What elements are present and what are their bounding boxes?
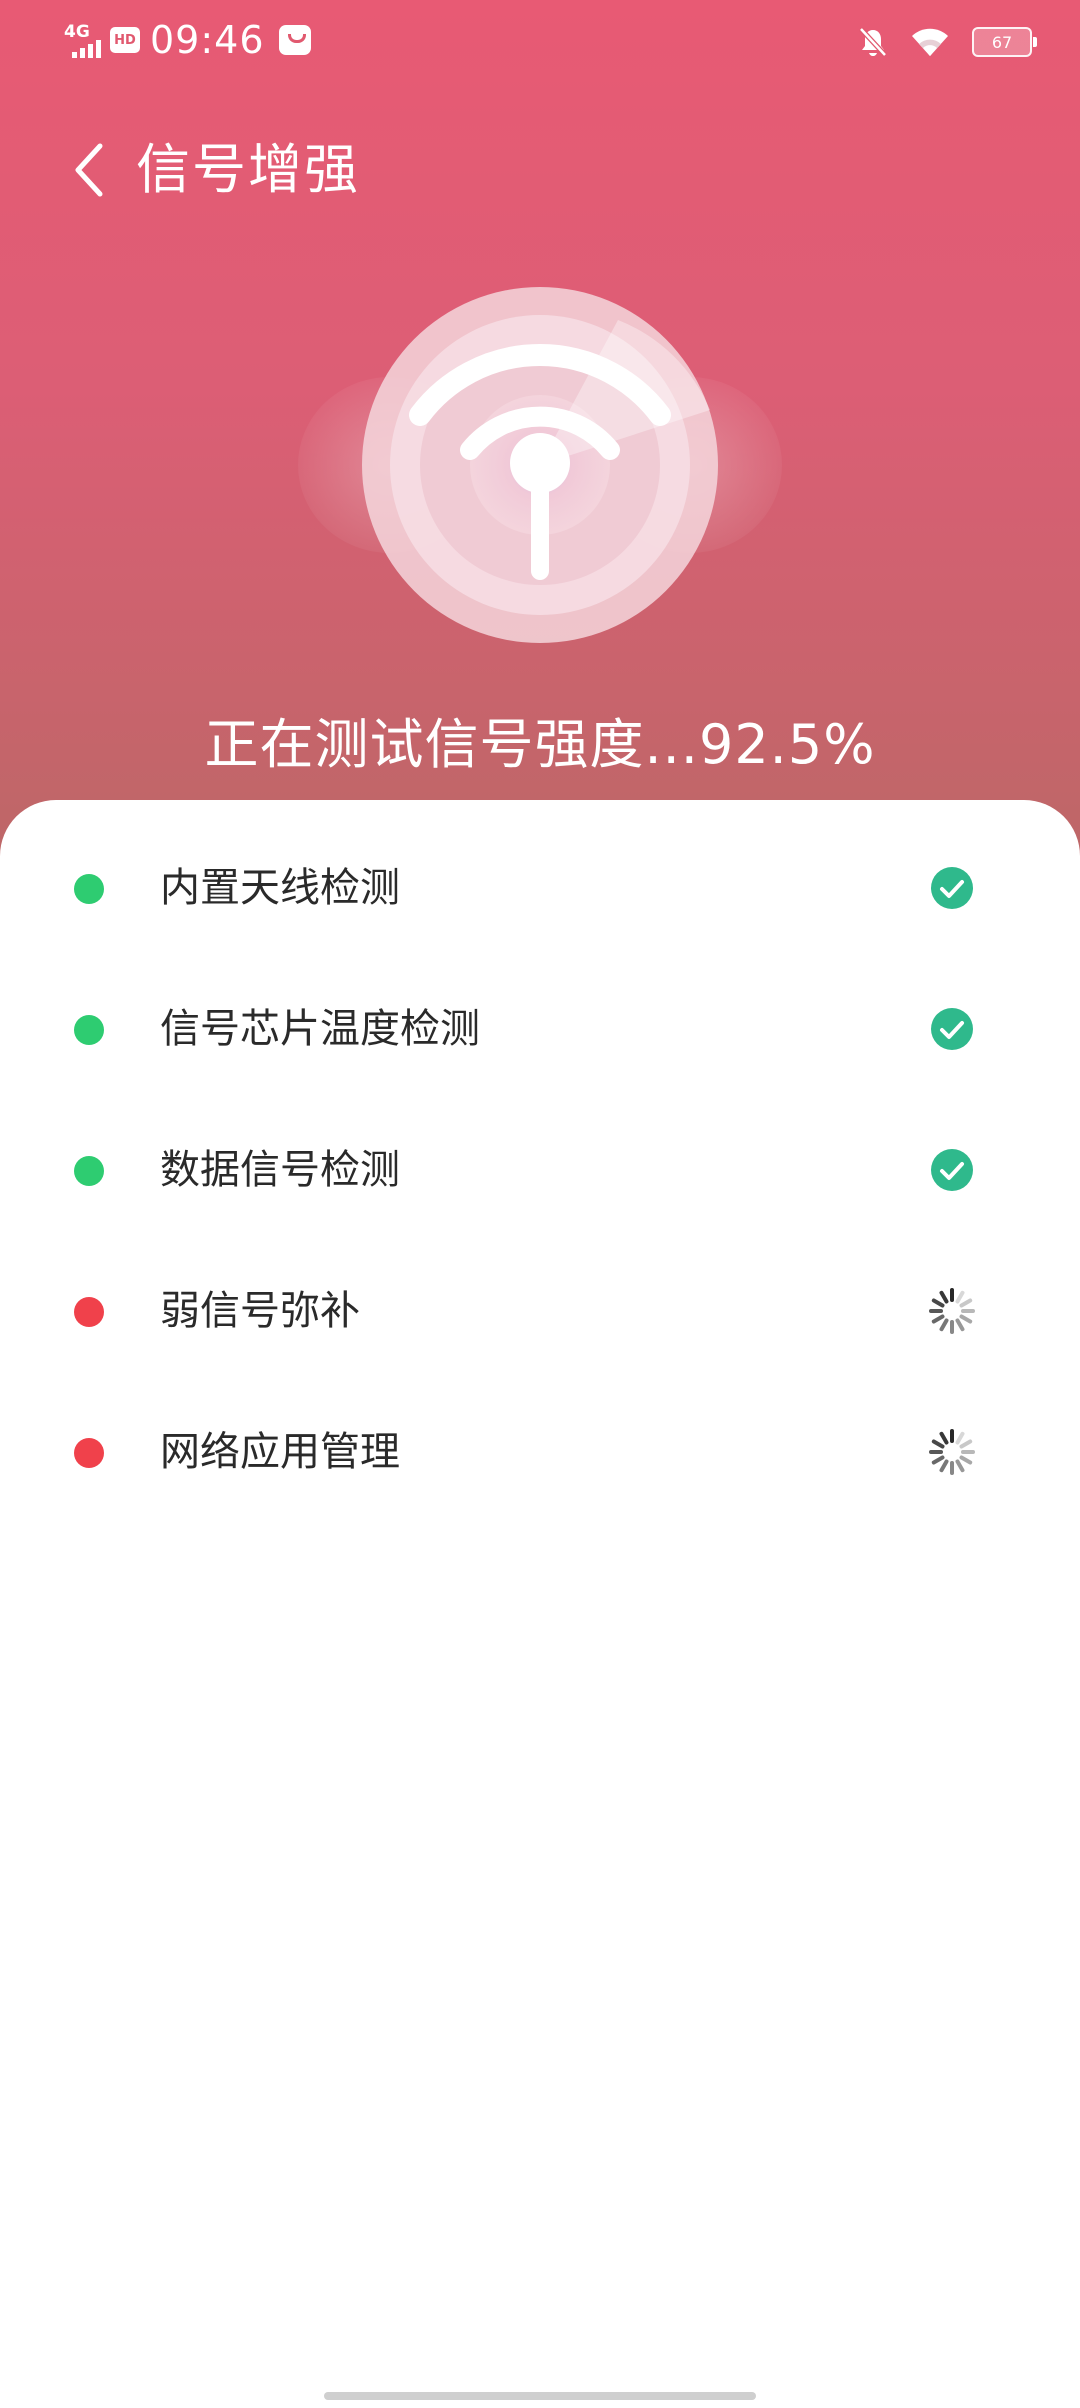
status-dot xyxy=(74,1438,104,1468)
title-bar: 信号增强 xyxy=(0,120,1080,220)
check-circle-icon xyxy=(928,864,976,912)
battery-icon: 67 xyxy=(972,27,1037,57)
hero-background: 4G HD 09:46 67 信号增强 正在测试信号强度...92.5% xyxy=(0,0,1080,860)
home-indicator[interactable] xyxy=(324,2392,756,2400)
list-item: 网络应用管理 xyxy=(0,1402,1080,1502)
cellular-signal-icon: 4G xyxy=(62,20,101,60)
chevron-left-icon xyxy=(75,143,103,197)
signal-radar-icon xyxy=(298,287,782,643)
network-type: 4G xyxy=(64,22,90,42)
list-item: 信号芯片温度检测 xyxy=(0,979,1080,1079)
check-item-label: 网络应用管理 xyxy=(160,1429,400,1475)
battery-level: 67 xyxy=(991,32,1013,52)
list-item: 数据信号检测 xyxy=(0,1120,1080,1220)
spinner-icon xyxy=(928,1287,976,1335)
check-item-label: 内置天线检测 xyxy=(160,865,400,911)
status-dot xyxy=(74,1297,104,1327)
back-button[interactable] xyxy=(60,138,120,202)
spinner-icon xyxy=(928,1428,976,1476)
page-title: 信号增强 xyxy=(136,138,360,201)
check-circle-icon xyxy=(928,1146,976,1194)
shopping-bag-icon xyxy=(278,25,311,55)
check-item-label: 弱信号弥补 xyxy=(160,1288,360,1334)
list-item: 内置天线检测 xyxy=(0,838,1080,938)
bell-off-icon xyxy=(859,27,887,57)
status-dot xyxy=(74,1015,104,1045)
status-dot xyxy=(74,1156,104,1186)
clock: 09:46 xyxy=(150,18,265,62)
check-item-label: 信号芯片温度检测 xyxy=(160,1006,480,1052)
status-bar: 4G HD 09:46 67 xyxy=(0,0,1080,80)
list-item: 弱信号弥补 xyxy=(0,1261,1080,1361)
wifi-icon xyxy=(912,28,948,56)
progress-status-text: 正在测试信号强度...92.5% xyxy=(204,713,876,776)
check-circle-icon xyxy=(928,1005,976,1053)
hd-icon: HD xyxy=(110,27,140,53)
check-item-label: 数据信号检测 xyxy=(160,1147,400,1193)
status-dot xyxy=(74,874,104,904)
check-list-panel: 内置天线检测 信号芯片温度检测 数据信号检测 弱信号弥补 网络应用管理 xyxy=(0,800,1080,2408)
